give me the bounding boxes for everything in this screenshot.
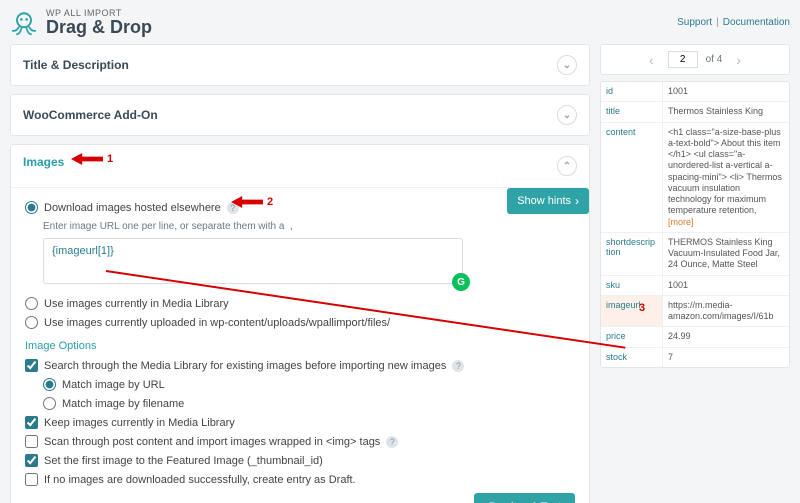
record-pager: ‹ of 4 › <box>600 44 790 75</box>
panel-images-header[interactable]: Images 1 ⌃ <box>11 145 589 187</box>
arrow-left-icon <box>71 153 103 165</box>
data-row-imageurl: imageurl https://m.media-amazon.com/imag… <box>601 296 789 328</box>
grammarly-icon[interactable]: G <box>452 273 470 291</box>
documentation-link[interactable]: Documentation <box>723 17 790 28</box>
label-featured-image: Set the first image to the Featured Imag… <box>44 455 323 467</box>
radio-match-url[interactable] <box>43 378 56 391</box>
panel-title: Title & Description <box>23 58 129 72</box>
radio-media-library[interactable] <box>25 297 38 310</box>
data-row: titleThermos Stainless King <box>601 102 789 122</box>
check-keep-images[interactable] <box>25 416 38 429</box>
images-title: Images <box>23 155 64 169</box>
image-options-subhead: Image Options <box>25 340 575 352</box>
support-link[interactable]: Support <box>677 17 712 28</box>
check-draft-on-fail[interactable] <box>25 473 38 486</box>
check-scan-content[interactable] <box>25 435 38 448</box>
label-keep-images: Keep images currently in Media Library <box>44 417 235 429</box>
hint-url-text: Enter image URL one per line, or separat… <box>25 217 575 238</box>
octo-logo-icon <box>10 8 38 36</box>
chevron-right-icon: › <box>575 194 579 208</box>
pager-next[interactable]: › <box>730 52 747 68</box>
data-row: sku1001 <box>601 276 789 296</box>
label-media-library: Use images currently in Media Library <box>44 298 229 310</box>
chevron-up-icon[interactable]: ⌃ <box>557 156 577 176</box>
label-match-filename: Match image by filename <box>62 398 184 410</box>
data-row: stock7 <box>601 348 789 367</box>
panel-title: WooCommerce Add-On <box>23 108 158 122</box>
brand-big: Drag & Drop <box>46 18 152 36</box>
data-row: price24.99 <box>601 327 789 347</box>
radio-download-elsewhere[interactable] <box>25 201 38 214</box>
label-download-elsewhere: Download images hosted elsewhere <box>44 202 221 214</box>
preview-test-button[interactable]: Preview & Test <box>474 493 575 503</box>
image-url-textarea[interactable]: {imageurl[1]} G <box>43 238 463 284</box>
check-featured-image[interactable] <box>25 454 38 467</box>
label-scan-content: Scan through post content and import ima… <box>44 436 380 448</box>
annotation-1: 1 <box>71 153 113 165</box>
content-more-link[interactable]: [more] <box>668 217 694 227</box>
panel-images: Images 1 ⌃ Show hints› Download images h… <box>10 144 590 503</box>
pager-of-label: of 4 <box>706 54 723 65</box>
help-icon[interactable]: ? <box>386 436 398 448</box>
label-draft-on-fail: If no images are downloaded successfully… <box>44 474 356 486</box>
label-uploads-folder: Use images currently uploaded in wp-cont… <box>44 317 390 329</box>
help-icon[interactable]: ? <box>227 202 239 214</box>
panel-title-description[interactable]: Title & Description ⌄ <box>10 44 590 86</box>
data-row: id1001 <box>601 82 789 102</box>
url-value: {imageurl[1]} <box>52 245 114 257</box>
help-icon[interactable]: ? <box>452 360 464 372</box>
pager-prev[interactable]: ‹ <box>643 52 660 68</box>
label-search-media: Search through the Media Library for exi… <box>44 360 446 372</box>
label-match-url: Match image by URL <box>62 379 165 391</box>
top-links: Support|Documentation <box>677 17 790 28</box>
data-row: content<h1 class="a-size-base-plus a-tex… <box>601 123 789 233</box>
pager-current-input[interactable] <box>668 51 698 68</box>
chevron-down-icon[interactable]: ⌄ <box>557 105 577 125</box>
check-search-media[interactable] <box>25 359 38 372</box>
radio-match-filename[interactable] <box>43 397 56 410</box>
chevron-down-icon[interactable]: ⌄ <box>557 55 577 75</box>
data-row: shortdescriptionTHERMOS Stainless King V… <box>601 233 789 276</box>
record-data-table: id1001 titleThermos Stainless King conte… <box>600 81 790 368</box>
brand: WP ALL IMPORT Drag & Drop <box>10 8 152 36</box>
radio-uploads-folder[interactable] <box>25 316 38 329</box>
panel-woocommerce[interactable]: WooCommerce Add-On ⌄ <box>10 94 590 136</box>
